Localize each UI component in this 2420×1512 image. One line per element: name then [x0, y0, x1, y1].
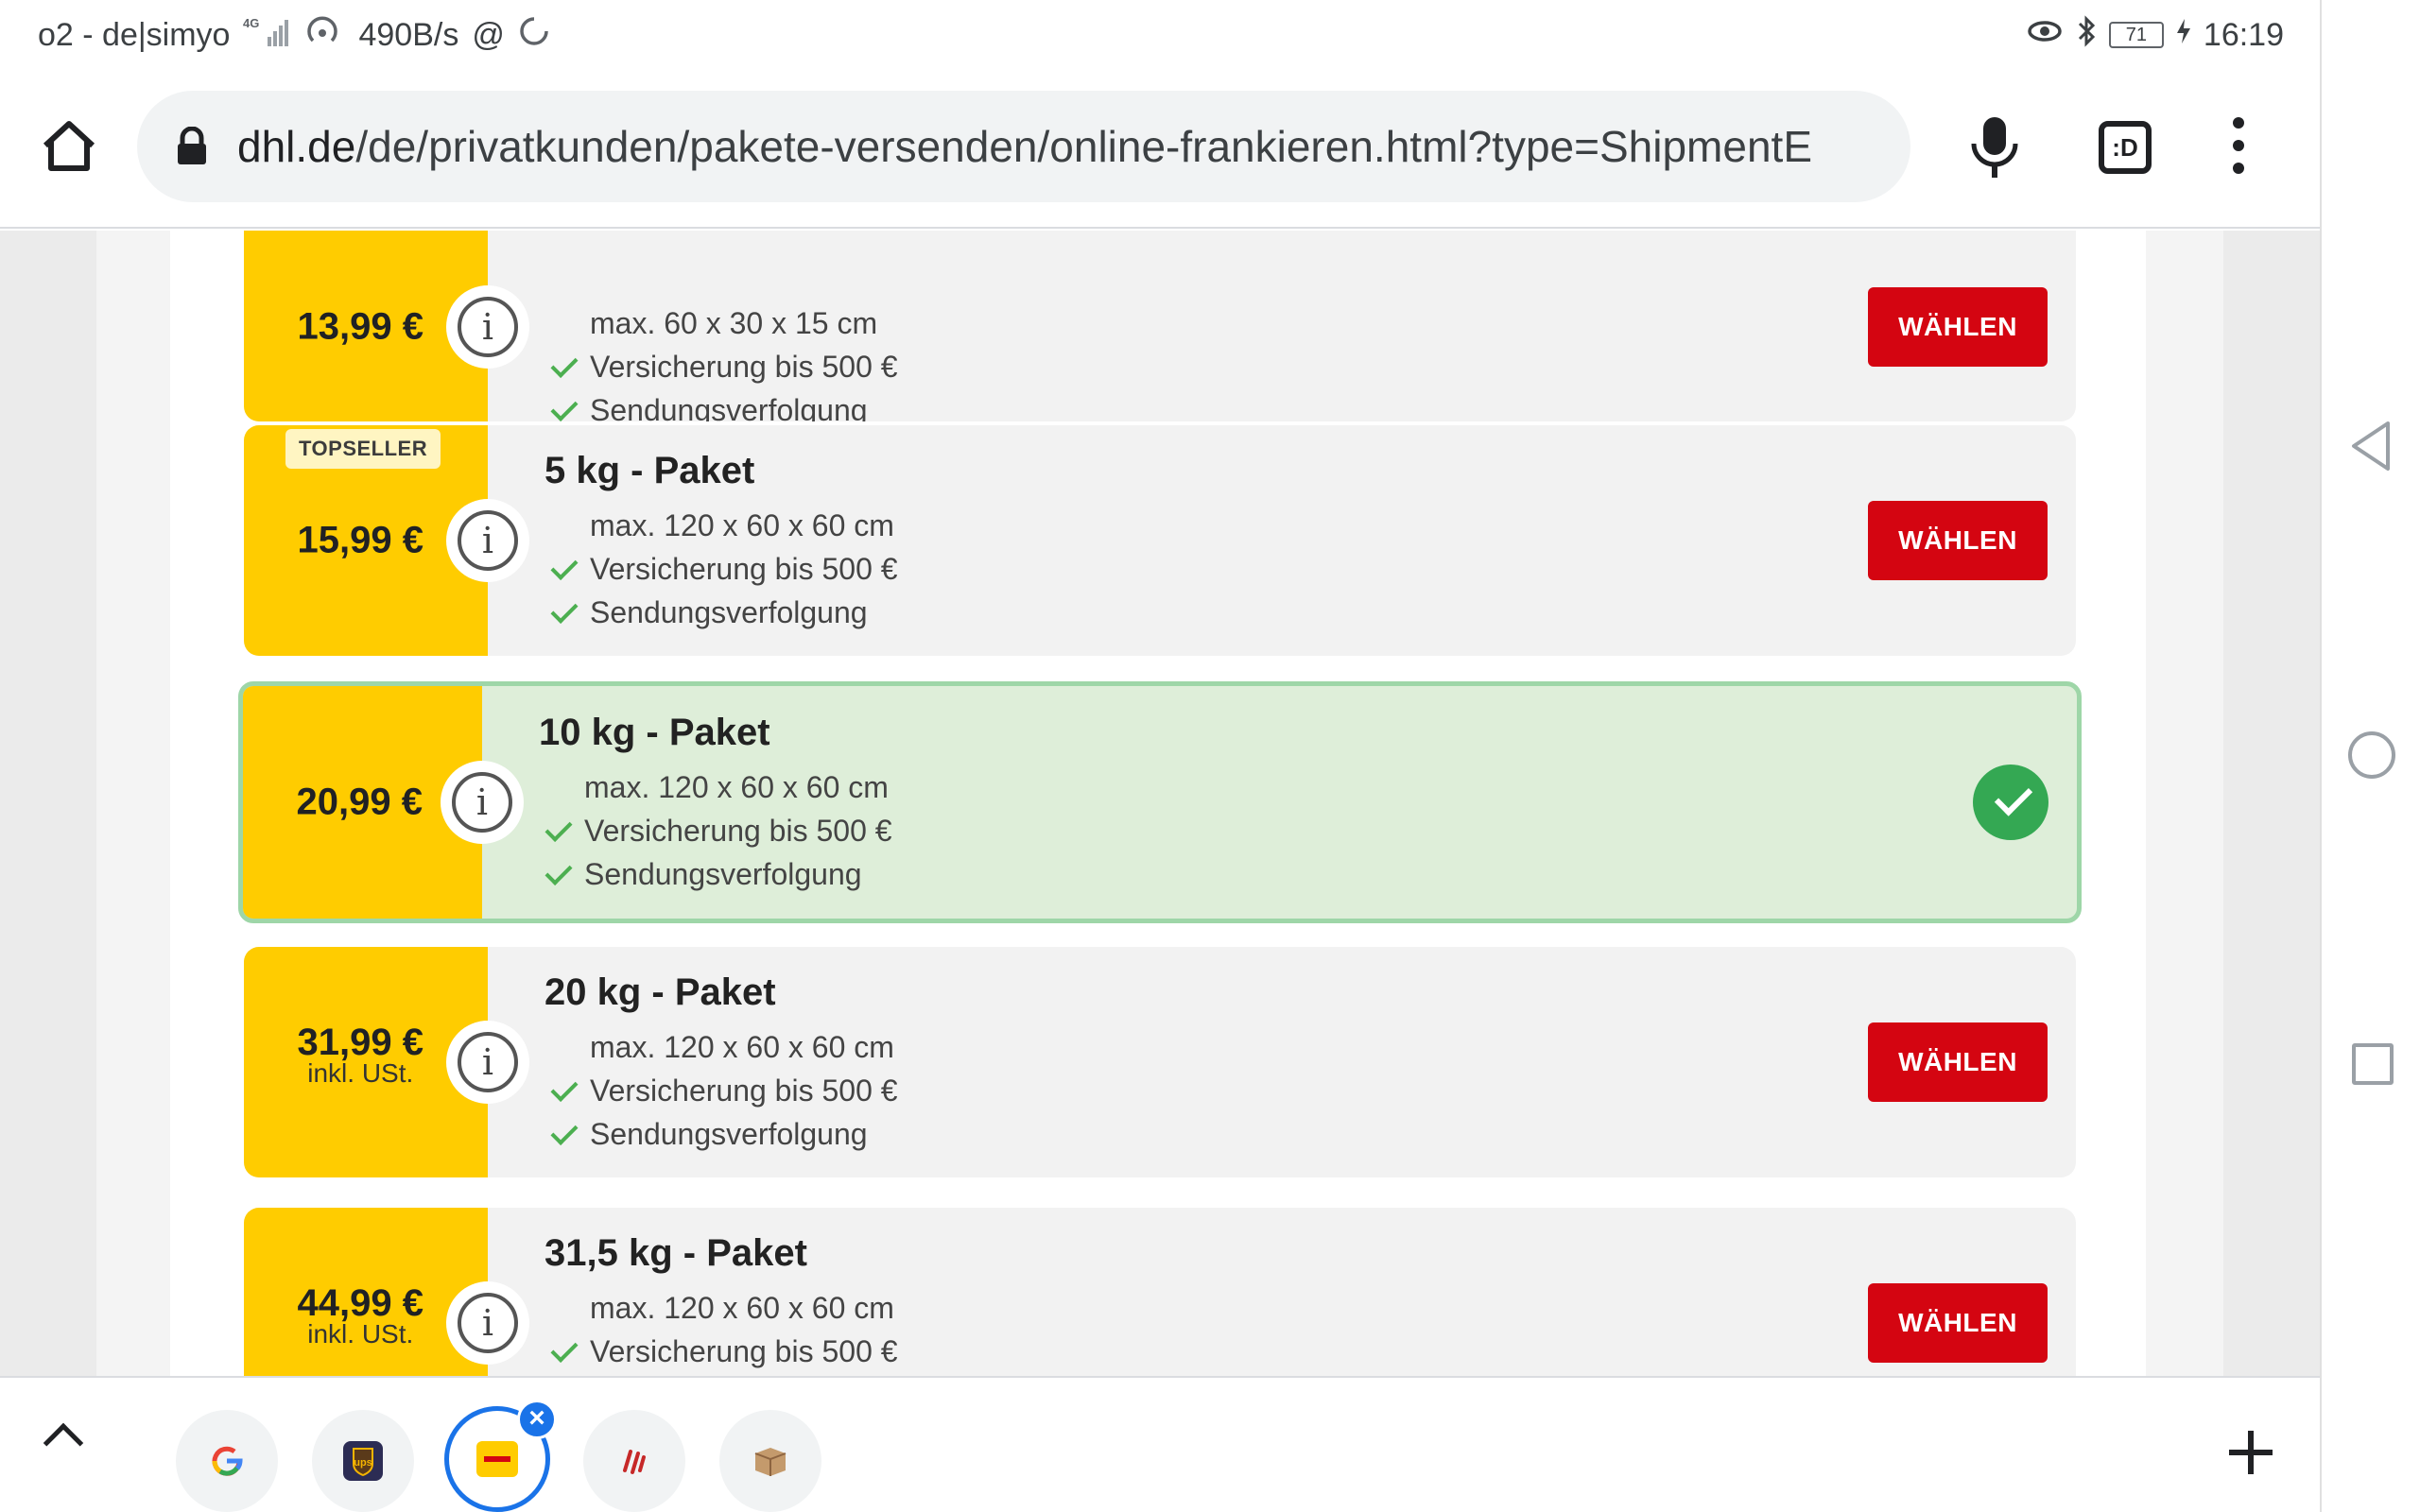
browser-toolbar: dhl.de/de/privatkunden/pakete-versenden/…: [0, 70, 2320, 229]
info-icon: i: [452, 772, 512, 833]
price-value: 31,99 €: [297, 1022, 424, 1064]
mic-icon: [1971, 117, 2018, 178]
recents-icon[interactable]: [2352, 1043, 2394, 1085]
product-feature: Versicherung bis 500 €: [584, 814, 892, 848]
price-panel: 44,99 € inkl. USt.: [244, 1208, 488, 1376]
url-text[interactable]: dhl.de/de/privatkunden/pakete-versenden/…: [237, 121, 1812, 172]
url-path: /de/privatkunden/pakete-versenden/online…: [355, 122, 1813, 171]
status-left: o2 - de|simyo 4G 490B/s @: [38, 15, 563, 55]
chevron-up-icon[interactable]: [43, 1422, 84, 1464]
product-dimensions: max. 120 x 60 x 60 cm: [584, 770, 889, 804]
home-icon: [43, 121, 95, 171]
topseller-badge: TOPSELLER: [285, 429, 441, 469]
product-price: 15,99 €: [297, 519, 424, 561]
product-price: 31,99 € inkl. USt.: [298, 1022, 424, 1087]
product-feature: Versicherung bis 500 €: [590, 1074, 898, 1108]
lock-icon[interactable]: [175, 126, 209, 166]
clock: 16:19: [2203, 16, 2284, 53]
signal-app-icon: [623, 1450, 646, 1474]
network-speed: 490B/s: [358, 16, 459, 53]
info-button[interactable]: i: [446, 284, 529, 369]
dhl-icon: [476, 1441, 518, 1477]
tab-5[interactable]: [719, 1410, 821, 1512]
selected-check-icon: [1973, 765, 2048, 840]
tab-switcher-button[interactable]: :D: [2099, 121, 2152, 174]
product-feature: Sendungsverfolgung: [590, 393, 868, 421]
price-tax-note: inkl. USt.: [307, 1319, 414, 1349]
product-price: 13,99 €: [297, 305, 424, 348]
product-feature: Sendungsverfolgung: [590, 1117, 868, 1151]
select-button[interactable]: WÄHLEN: [1868, 1283, 2048, 1363]
info-icon: i: [458, 1293, 518, 1353]
tab-dhl-active[interactable]: ×: [444, 1400, 557, 1512]
package-icon: [754, 1448, 786, 1476]
product-title: 5 kg - Paket: [544, 450, 755, 491]
product-card-31kg[interactable]: 44,99 € inkl. USt. i 31,5 kg - Paket max.…: [244, 1208, 2076, 1376]
product-card-5kg[interactable]: TOPSELLER 15,99 € i 5 kg - Paket max. 12…: [244, 425, 2076, 656]
product-dimensions: max. 60 x 30 x 15 cm: [590, 306, 878, 340]
product-card-10kg-selected[interactable]: 20,99 € i 10 kg - Paket max. 120 x 60 x …: [238, 681, 2082, 923]
close-tab-icon[interactable]: ×: [517, 1400, 557, 1439]
tab-strip: ups ×: [0, 1376, 2320, 1512]
carrier-label: o2 - de|simyo: [38, 16, 231, 53]
bluetooth-icon: [2075, 14, 2098, 56]
info-icon: i: [458, 510, 518, 571]
product-feature: Sendungsverfolgung: [584, 857, 862, 891]
battery-icon: 71: [2108, 22, 2164, 48]
svg-text:4G: 4G: [243, 16, 259, 30]
product-title: 31,5 kg - Paket: [544, 1232, 807, 1274]
sync-icon: [518, 15, 550, 56]
product-card-20kg[interactable]: 31,99 € inkl. USt. i 20 kg - Paket max. 1…: [244, 947, 2076, 1177]
product-feature: Versicherung bis 500 €: [590, 552, 898, 586]
info-button[interactable]: i: [446, 499, 529, 582]
signal-icon: 4G: [243, 14, 294, 57]
status-right: 71 16:19: [2014, 14, 2284, 56]
info-button[interactable]: i: [446, 1021, 529, 1104]
info-icon: i: [458, 296, 518, 357]
eye-comfort-icon: [2026, 17, 2064, 54]
home-button[interactable]: [36, 113, 102, 180]
new-tab-button[interactable]: [2229, 1431, 2273, 1474]
select-button[interactable]: WÄHLEN: [1868, 501, 2048, 580]
google-icon: [212, 1446, 243, 1476]
price-value: 44,99 €: [297, 1282, 424, 1325]
product-price: 20,99 €: [296, 781, 423, 823]
web-page: 13,99 € i max. 60 x 30 x 15 cm Versicher…: [0, 231, 2320, 1376]
home-nav-icon[interactable]: [2348, 731, 2395, 779]
tab-google[interactable]: [176, 1410, 278, 1512]
ups-icon: ups: [343, 1441, 383, 1481]
info-icon: i: [458, 1032, 518, 1092]
address-bar[interactable]: dhl.de/de/privatkunden/pakete-versenden/…: [137, 91, 1910, 202]
info-button[interactable]: i: [446, 1281, 529, 1365]
tab-ups[interactable]: ups: [312, 1410, 414, 1512]
product-card-small[interactable]: 13,99 € i max. 60 x 30 x 15 cm Versicher…: [244, 231, 2076, 421]
product-price: 44,99 € inkl. USt.: [298, 1282, 424, 1348]
svg-text:ups: ups: [354, 1457, 372, 1469]
voice-search-button[interactable]: [1966, 113, 2023, 181]
product-feature: Versicherung bis 500 €: [590, 350, 898, 384]
status-bar: o2 - de|simyo 4G 490B/s @ 71 16:19: [0, 0, 2320, 70]
product-dimensions: max. 120 x 60 x 60 cm: [590, 1291, 894, 1325]
charging-icon: [2175, 17, 2192, 54]
product-feature: Versicherung bis 500 €: [590, 1334, 898, 1368]
product-title: 10 kg - Paket: [539, 712, 770, 753]
product-dimensions: max. 120 x 60 x 60 cm: [590, 1030, 894, 1064]
hotspot-icon: [307, 14, 345, 57]
select-button[interactable]: WÄHLEN: [1868, 286, 2048, 367]
system-nav-bar: [2320, 0, 2420, 1512]
at-icon: @: [472, 16, 505, 53]
select-button[interactable]: WÄHLEN: [1868, 1022, 2048, 1102]
price-tax-note: inkl. USt.: [307, 1058, 414, 1089]
product-title: 20 kg - Paket: [544, 971, 776, 1013]
overflow-menu-button[interactable]: [2227, 117, 2250, 178]
product-feature: Sendungsverfolgung: [590, 595, 868, 629]
info-button[interactable]: i: [441, 761, 524, 844]
url-domain: dhl.de: [237, 122, 356, 171]
product-dimensions: max. 120 x 60 x 60 cm: [590, 508, 894, 542]
tab-4[interactable]: [583, 1410, 685, 1512]
back-icon[interactable]: [2348, 420, 2394, 472]
